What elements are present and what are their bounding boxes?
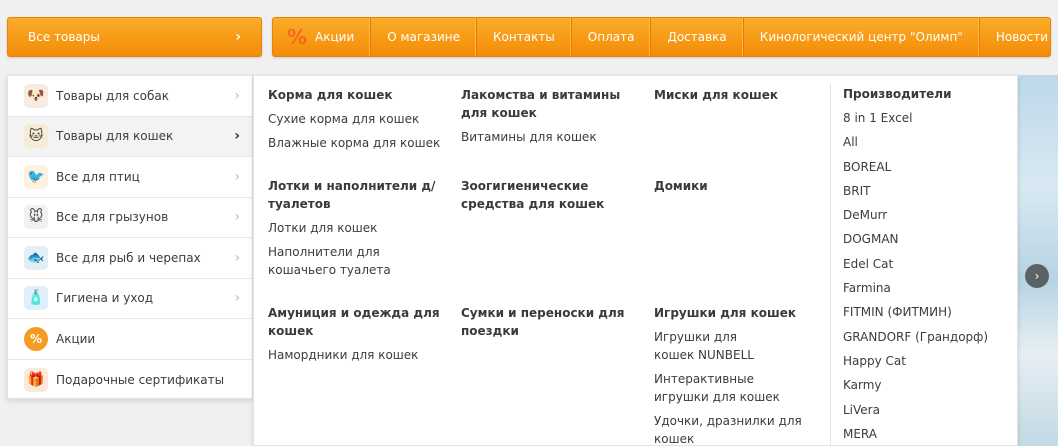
nav-label: Акции xyxy=(315,30,355,44)
cat-products-megamenu: Корма для кошек Сухие корма для кошек Вл… xyxy=(253,75,1018,446)
sidebar-item-label: Товары для собак xyxy=(56,88,169,103)
gift-certificate-icon: 🎁 xyxy=(24,367,48,392)
brand-link[interactable]: Edel Cat xyxy=(843,254,1010,274)
menu-group-treats: Лакомства и витамины для кошек Витамины … xyxy=(461,86,636,152)
menu-group-title[interactable]: Амуниция и одежда для кошек xyxy=(268,304,443,340)
sidebar-item-promotions[interactable]: % Акции xyxy=(8,319,252,360)
brand-link[interactable]: All xyxy=(843,132,1010,152)
menu-link[interactable]: Интерактивные игрушки для кошек xyxy=(654,370,804,406)
brand-link[interactable]: LiVera xyxy=(843,400,1010,420)
rodent-icon: 🐭 xyxy=(24,205,48,230)
sidebar-item-rodents[interactable]: 🐭 Все для грызунов › xyxy=(8,198,252,238)
menu-group-toys: Игрушки для кошек Игрушки для кошек NUNB… xyxy=(654,304,814,446)
brand-link[interactable]: BOREAL xyxy=(843,157,1010,177)
menu-group-title[interactable]: Лакомства и витамины для кошек xyxy=(461,86,636,122)
sidebar-item-label: Все для птиц xyxy=(56,169,140,184)
nav-item-about[interactable]: О магазине xyxy=(371,18,478,56)
brand-link[interactable]: DeMurr xyxy=(843,205,1010,225)
nav-item-delivery[interactable]: Доставка xyxy=(651,18,744,56)
brand-link[interactable]: BRIT xyxy=(843,181,1010,201)
menu-link[interactable]: Витамины для кошек xyxy=(461,128,636,146)
sidebar-item-label: Гигиена и уход xyxy=(56,291,154,306)
brand-link[interactable]: 8 in 1 Excel xyxy=(843,108,1010,128)
menu-group-title[interactable]: Корма для кошек xyxy=(268,86,443,104)
menu-group-title[interactable]: Миски для кошек xyxy=(654,86,829,104)
sidebar-item-fish[interactable]: 🐟 Все для рыб и черепах › xyxy=(8,238,252,279)
brand-link[interactable]: Farmina xyxy=(843,278,1010,298)
menu-group-ammunition: Амуниция и одежда для кошек Намордники д… xyxy=(268,304,443,370)
sidebar-item-label: Подарочные сертификаты xyxy=(56,372,225,387)
nav-item-promotions[interactable]: % Акции xyxy=(273,18,372,56)
chevron-right-icon: › xyxy=(1034,269,1040,283)
menu-link[interactable]: Игрушки для кошек NUNBELL xyxy=(654,328,779,364)
menu-group-title[interactable]: Зоогигиенические средства для кошек xyxy=(461,177,636,213)
chevron-right-icon: › xyxy=(234,209,240,226)
percent-icon: % xyxy=(24,326,48,351)
brand-link[interactable]: GRANDORF (Грандорф) xyxy=(843,327,1010,347)
shampoo-icon: 🧴 xyxy=(24,286,48,311)
menu-group-litter: Лотки и наполнители д/ туалетов Лотки дл… xyxy=(268,177,443,285)
menu-group-bowls: Миски для кошек xyxy=(654,86,829,110)
sidebar-item-label: Все для грызунов xyxy=(56,210,169,225)
nav-item-cynology-center[interactable]: Кинологический центр "Олимп" xyxy=(744,18,980,56)
nav-item-news[interactable]: Новости xyxy=(980,18,1058,56)
brand-link[interactable]: Happy Cat xyxy=(843,351,1010,371)
chevron-right-icon: › xyxy=(234,128,240,145)
banner-image xyxy=(1018,75,1058,446)
sidebar-item-label: Все для рыб и черепах xyxy=(56,250,201,265)
chevron-right-icon: › xyxy=(234,87,240,104)
sidebar-item-label: Акции xyxy=(56,331,96,346)
nav-item-payment[interactable]: Оплата xyxy=(572,18,652,56)
sidebar-item-birds[interactable]: 🐦 Все для птиц › xyxy=(8,157,252,198)
chevron-right-icon: › xyxy=(234,290,240,307)
menu-group-houses: Домики xyxy=(654,177,829,201)
menu-link[interactable]: Влажные корма для кошек xyxy=(268,134,443,152)
all-goods-button[interactable]: Все товары › xyxy=(7,17,262,57)
chevron-right-icon: › xyxy=(234,249,240,266)
brand-link[interactable]: Karmy xyxy=(843,375,1010,395)
chevron-right-icon: › xyxy=(234,168,240,185)
menu-group-cat-food: Корма для кошек Сухие корма для кошек Вл… xyxy=(268,86,443,158)
sidebar-item-label: Товары для кошек xyxy=(56,129,174,144)
menu-link[interactable]: Лотки для кошек xyxy=(268,219,443,237)
sidebar-item-cats[interactable]: 🐱 Товары для кошек › xyxy=(8,116,252,157)
dog-icon: 🐶 xyxy=(24,83,48,108)
cat-icon: 🐱 xyxy=(24,124,48,149)
bird-icon: 🐦 xyxy=(24,164,48,189)
menu-group-title[interactable]: Домики xyxy=(654,177,829,195)
category-sidebar: 🐶 Товары для собак › 🐱 Товары для кошек … xyxy=(7,75,253,399)
menu-link[interactable]: Наполнители для кошачьего туалета xyxy=(268,243,398,279)
menu-group-title[interactable]: Игрушки для кошек xyxy=(654,304,814,322)
sidebar-item-gift-certificates[interactable]: 🎁 Подарочные сертификаты xyxy=(8,360,252,401)
menu-group-title[interactable]: Лотки и наполнители д/ туалетов xyxy=(268,177,443,213)
sidebar-item-dogs[interactable]: 🐶 Товары для собак › xyxy=(8,76,252,117)
all-goods-label: Все товары xyxy=(28,30,100,44)
menu-group-carriers: Сумки и переноски для поездки xyxy=(461,304,636,346)
menu-link[interactable]: Намордники для кошек xyxy=(268,346,443,364)
fish-icon: 🐟 xyxy=(24,245,48,270)
brand-link[interactable]: FITMIN (ФИТМИН) xyxy=(843,302,1010,322)
nav-item-contacts[interactable]: Контакты xyxy=(477,18,572,56)
menu-group-title[interactable]: Сумки и переноски для поездки xyxy=(461,304,636,340)
brand-link[interactable]: MERA xyxy=(843,424,1010,444)
brands-list: Производители 8 in 1 Excel All BOREAL BR… xyxy=(830,84,1010,446)
brands-title: Производители xyxy=(843,87,952,101)
chevron-right-icon: › xyxy=(235,29,241,45)
menu-link[interactable]: Сухие корма для кошек xyxy=(268,110,443,128)
top-navigation: % Акции О магазине Контакты Оплата Доста… xyxy=(272,17,1051,57)
slider-next-button[interactable]: › xyxy=(1025,264,1049,288)
sidebar-item-hygiene[interactable]: 🧴 Гигиена и уход › xyxy=(8,279,252,319)
brand-link[interactable]: DOGMAN xyxy=(843,229,1010,249)
menu-link[interactable]: Удочки, дразнилки для кошек xyxy=(654,412,804,446)
percent-icon: % xyxy=(287,25,308,49)
menu-group-hygiene: Зоогигиенические средства для кошек xyxy=(461,177,636,219)
